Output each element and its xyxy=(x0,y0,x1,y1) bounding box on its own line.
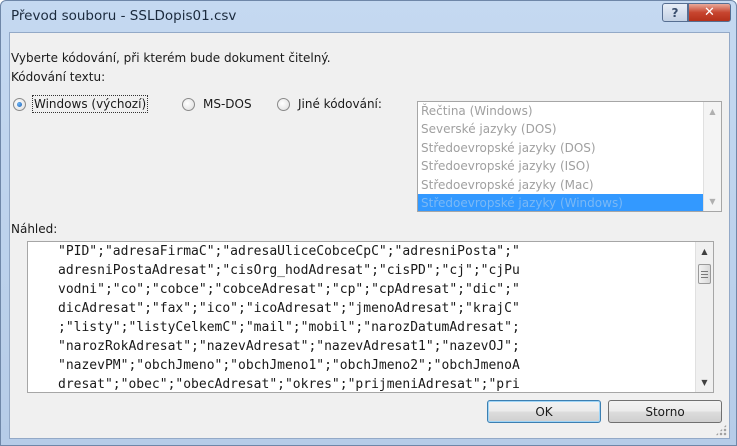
encoding-scrollbar[interactable]: ▲ ▼ xyxy=(703,102,721,211)
file-conversion-dialog: Převod souboru - SSLDopis01.csv ? ✕ Vybe… xyxy=(0,0,737,446)
list-item-selected[interactable]: Středoevropské jazyky (Windows) xyxy=(418,193,721,211)
preview-line: vodni";"co";"cobce";"cobceAdresat";"cp";… xyxy=(58,282,520,297)
close-button[interactable]: ✕ xyxy=(688,3,731,22)
resize-grip-icon[interactable] xyxy=(715,424,727,436)
list-item[interactable]: Řečtina (Windows) xyxy=(418,102,721,120)
radio-msdos-button[interactable] xyxy=(182,98,195,111)
preview-line: adresniPostaAdresat";"cisOrg_hodAdresat"… xyxy=(58,263,520,278)
preview-box[interactable]: "PID";"adresaFirmaC";"adresaUliceCobceCp… xyxy=(27,241,714,393)
scroll-down-arrow-icon[interactable]: ▼ xyxy=(704,193,721,210)
list-item[interactable]: Středoevropské jazyky (Mac) xyxy=(418,176,721,194)
list-item[interactable]: Středoevropské jazyky (ISO) xyxy=(418,157,721,175)
help-button[interactable]: ? xyxy=(662,3,688,22)
preview-line: ;"listy";"listyCelkemC";"mail";"mobil";"… xyxy=(58,320,520,335)
encoding-listbox[interactable]: Řečtina (Windows) Severské jazyky (DOS) … xyxy=(417,101,722,212)
radio-windows-label: Windows (výchozí) xyxy=(31,95,149,113)
preview-scrollbar[interactable]: ▲ ▼ xyxy=(695,242,713,392)
preview-label: Náhled: xyxy=(11,222,58,236)
instruction-text: Vyberte kódování, při kterém bude dokume… xyxy=(11,51,331,65)
preview-line: "nazevPM";"obchJmeno";"obchJmeno1";"obch… xyxy=(58,358,520,373)
dialog-body: Vyberte kódování, při kterém bude dokume… xyxy=(9,32,730,439)
title-bar[interactable]: Převod souboru - SSLDopis01.csv ? ✕ xyxy=(1,1,736,31)
window-title: Převod souboru - SSLDopis01.csv xyxy=(11,8,237,24)
ok-button[interactable]: OK xyxy=(487,400,601,423)
list-item[interactable]: Severské jazyky (DOS) xyxy=(418,120,721,138)
preview-line: dicAdresat";"fax";"ico";"icoAdresat";"jm… xyxy=(58,301,520,316)
preview-line: "narozRokAdresat";"nazevAdresat";"nazevA… xyxy=(58,339,520,354)
radio-msdos-label: MS-DOS xyxy=(203,97,252,111)
radio-other-label: Jiné kódování: xyxy=(298,97,382,111)
radio-windows-button[interactable] xyxy=(13,98,26,111)
scroll-down-arrow-icon[interactable]: ▼ xyxy=(696,374,713,391)
encoding-label: Kódování textu: xyxy=(11,70,106,84)
help-icon: ? xyxy=(671,5,679,20)
list-item[interactable]: Středoevropské jazyky (DOS) xyxy=(418,139,721,157)
preview-line: dresat";"obec";"obecAdresat";"okres";"pr… xyxy=(58,377,520,392)
cancel-button[interactable]: Storno xyxy=(608,400,722,423)
close-icon: ✕ xyxy=(704,5,715,20)
scroll-thumb[interactable] xyxy=(698,264,711,284)
preview-line: "PID";"adresaFirmaC";"adresaUliceCobceCp… xyxy=(58,244,520,259)
scroll-up-arrow-icon[interactable]: ▲ xyxy=(696,243,713,260)
scroll-up-arrow-icon[interactable]: ▲ xyxy=(704,103,721,120)
radio-other-button[interactable] xyxy=(277,98,290,111)
